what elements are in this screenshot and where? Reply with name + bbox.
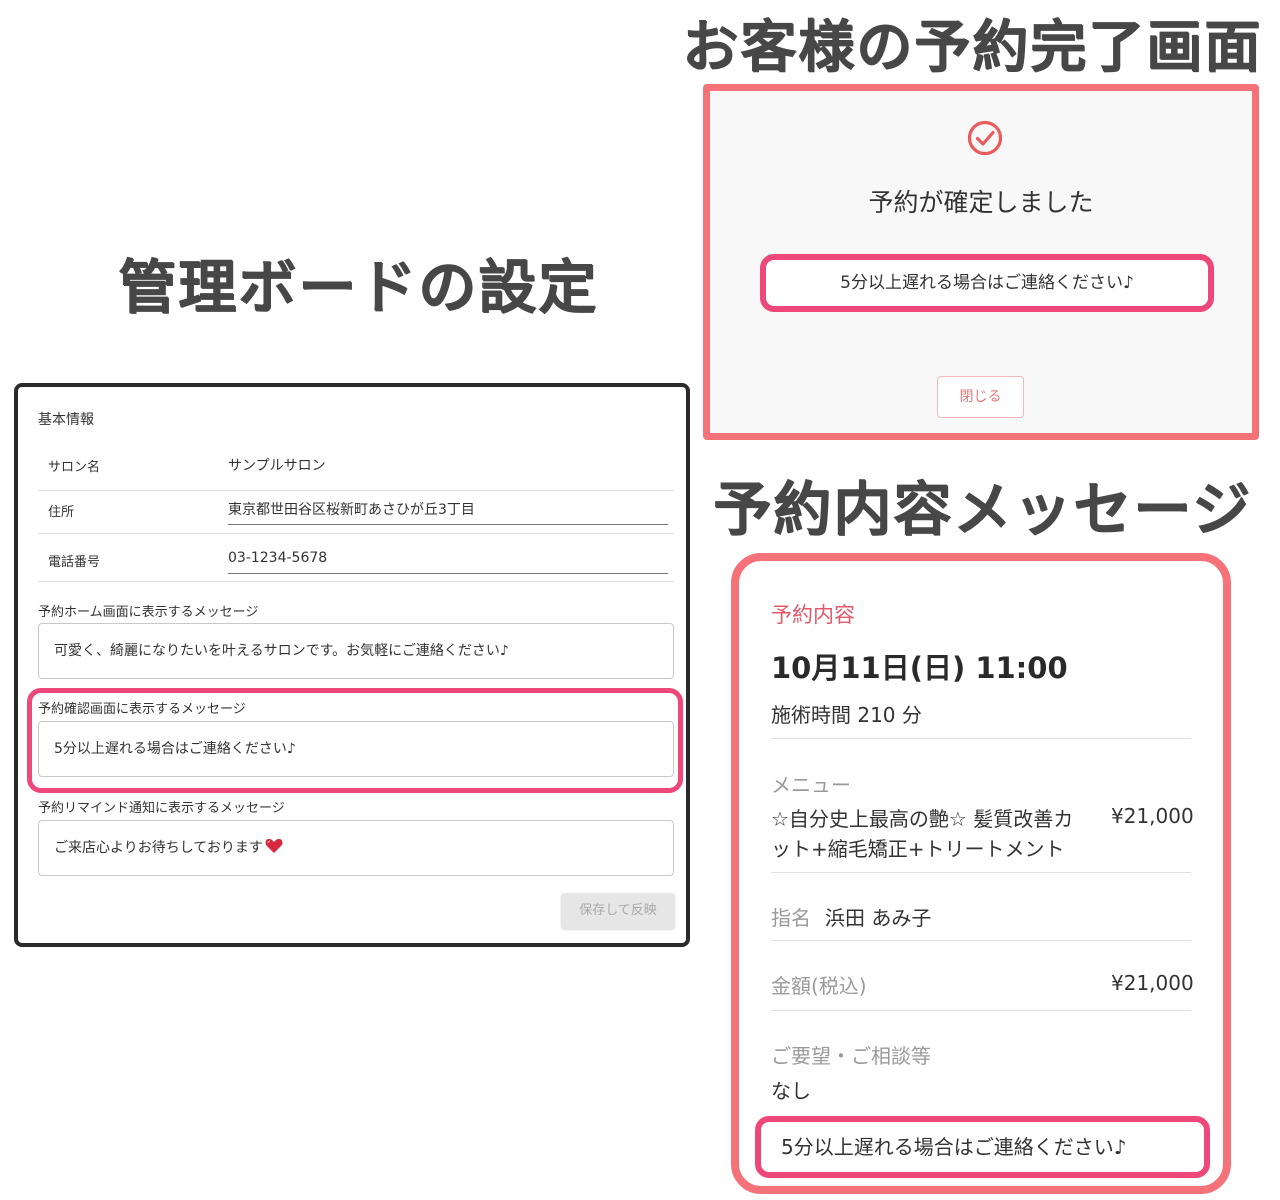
- staff-label: 指名: [771, 906, 811, 930]
- menu-label: メニュー: [771, 773, 851, 797]
- divider: [771, 872, 1191, 873]
- completion-screen-heading: お客様の予約完了画面: [682, 15, 1262, 80]
- menu-price: ¥21,000: [1111, 804, 1194, 828]
- menu-name-line1: ☆自分史上最高の艶☆ 髪質改善カ: [771, 807, 1074, 831]
- address-row: 住所 東京都世田谷区桜新町あさひが丘3丁目: [38, 485, 674, 534]
- details-message: 5分以上遅れる場合はご連絡ください♪: [755, 1116, 1210, 1178]
- salon-name-value[interactable]: サンプルサロン: [228, 455, 326, 475]
- save-button[interactable]: 保存して反映: [561, 893, 675, 929]
- reservation-message-heading: 予約内容メッセージ: [713, 475, 1252, 543]
- request-value: なし: [771, 1079, 811, 1103]
- request-label: ご要望・ご相談等: [771, 1044, 931, 1068]
- address-underline: [228, 524, 668, 525]
- remind-message-label: 予約リマインド通知に表示するメッセージ: [38, 801, 285, 816]
- phone-field[interactable]: 03-1234-5678: [228, 550, 327, 566]
- amount-value: ¥21,000: [1111, 971, 1194, 995]
- remind-message-text: ご来店心よりお待ちしております: [54, 840, 263, 856]
- home-message-label: 予約ホーム画面に表示するメッセージ: [38, 605, 259, 620]
- staff-name: 浜田 あみ子: [825, 906, 932, 930]
- phone-underline: [228, 573, 668, 574]
- admin-settings-heading: 管理ボードの設定: [118, 253, 599, 321]
- completion-screen-panel: 予約が確定しました 5分以上遅れる場合はご連絡ください♪ 閉じる: [703, 84, 1259, 440]
- admin-settings-panel: 基本情報 サロン名 サンプルサロン 住所 東京都世田谷区桜新町あさひが丘3丁目 …: [14, 383, 690, 947]
- address-label: 住所: [48, 505, 75, 520]
- divider: [771, 940, 1191, 941]
- completion-title: 予約が確定しました: [868, 188, 1094, 217]
- heart-icon: [265, 838, 283, 853]
- treatment-duration: 施術時間 210 分: [771, 703, 922, 727]
- completion-message: 5分以上遅れる場合はご連絡ください♪: [760, 254, 1214, 312]
- address-field[interactable]: 東京都世田谷区桜新町あさひが丘3丁目: [228, 499, 475, 519]
- details-section-title: 予約内容: [771, 603, 855, 627]
- divider: [771, 1010, 1191, 1011]
- home-message-field[interactable]: 可愛く、綺麗になりたいを叶えるサロンです。お気軽にご連絡ください♪: [38, 623, 674, 679]
- remind-message-field[interactable]: ご来店心よりお待ちしております: [38, 820, 674, 876]
- check-circle-icon: [967, 120, 1003, 156]
- basic-info-title: 基本情報: [38, 412, 94, 428]
- salon-name-label: サロン名: [48, 460, 101, 475]
- amount-label: 金額(税込): [771, 974, 867, 998]
- confirm-message-highlight: [27, 688, 683, 793]
- salon-name-row: サロン名 サンプルサロン: [38, 442, 674, 491]
- divider: [771, 738, 1191, 739]
- close-button[interactable]: 閉じる: [937, 376, 1024, 418]
- reservation-datetime: 10月11日(日) 11:00: [771, 651, 1068, 685]
- reservation-details-panel: 予約内容 10月11日(日) 11:00 施術時間 210 分 メニュー ☆自分…: [731, 553, 1231, 1194]
- phone-label: 電話番号: [48, 555, 101, 570]
- menu-name-line2: ット+縮毛矯正+トリートメント: [771, 837, 1065, 861]
- phone-row: 電話番号 03-1234-5678: [38, 533, 674, 582]
